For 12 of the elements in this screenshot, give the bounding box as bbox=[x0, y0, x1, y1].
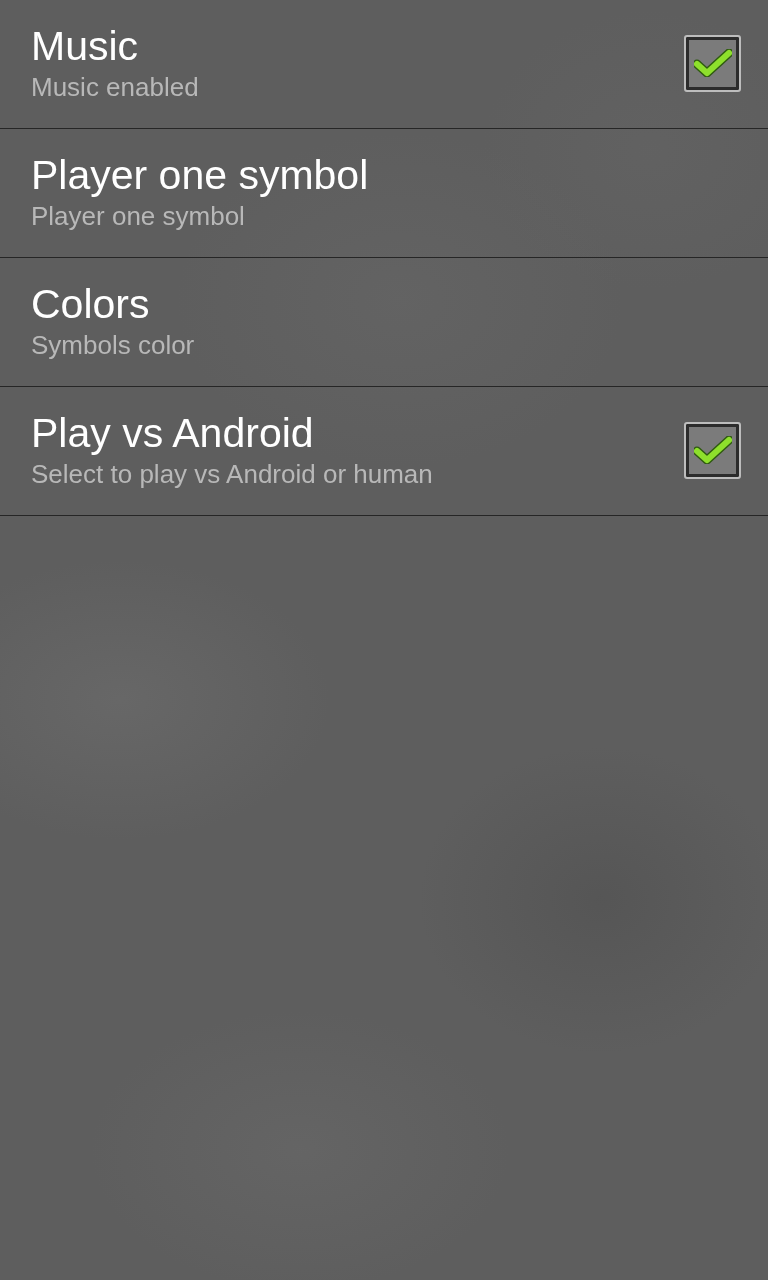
check-icon bbox=[693, 436, 732, 464]
preference-title: Play vs Android bbox=[31, 409, 315, 457]
preference-summary: Select to play vs Android or human bbox=[31, 458, 434, 491]
checkbox[interactable] bbox=[684, 421, 741, 479]
preference-summary: Music enabled bbox=[31, 71, 200, 104]
preference-title: Player one symbol bbox=[31, 151, 370, 199]
preference-summary: Player one symbol bbox=[31, 200, 246, 233]
check-icon bbox=[693, 49, 732, 77]
checkbox[interactable] bbox=[684, 34, 741, 92]
preference-summary: Symbols color bbox=[31, 329, 196, 362]
preference-title: Music bbox=[31, 22, 140, 70]
preference-title: Colors bbox=[31, 280, 151, 328]
